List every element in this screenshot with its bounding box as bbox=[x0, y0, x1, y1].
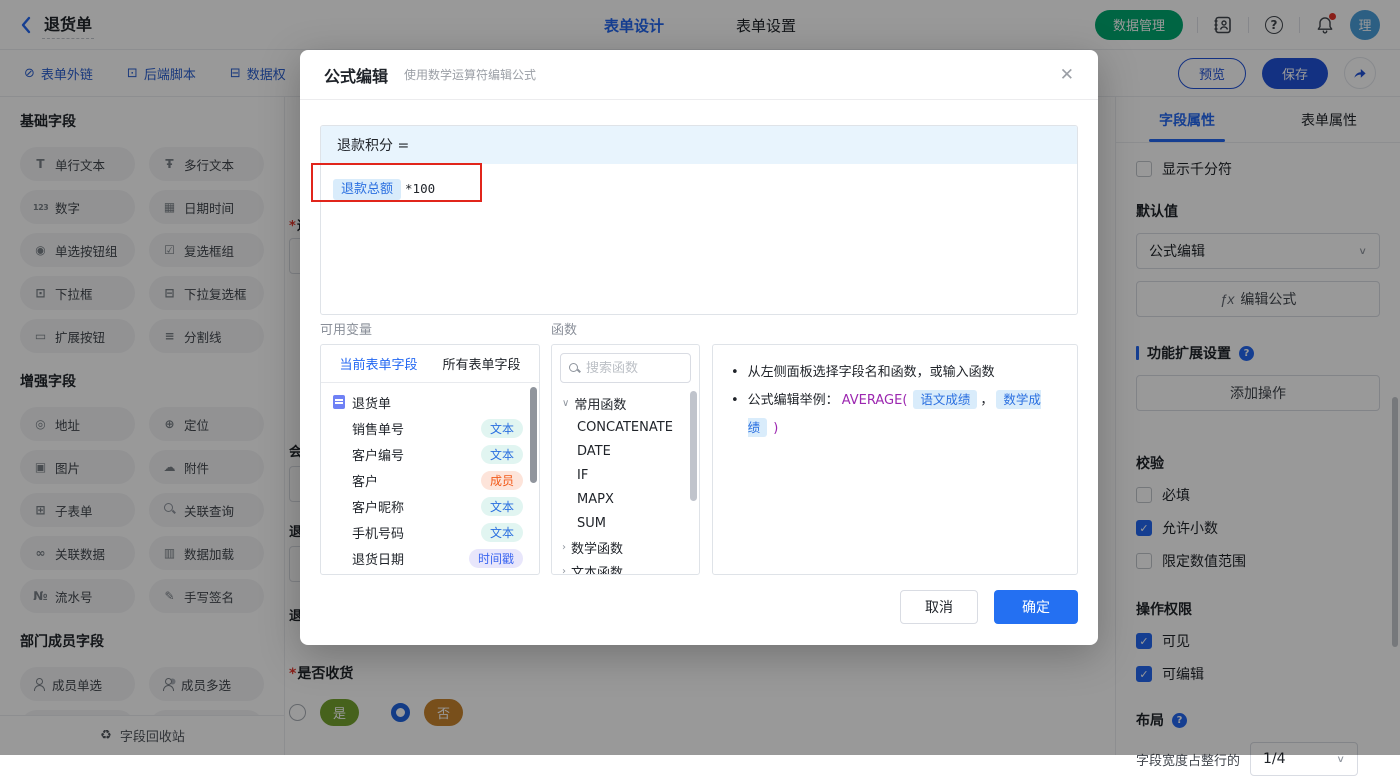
search-input[interactable] bbox=[586, 361, 676, 376]
help-line-1: • 从左侧面板选择字段名和函数，或输入函数 bbox=[731, 359, 1059, 386]
tab-all-form-fields[interactable]: 所有表单字段 bbox=[442, 354, 520, 373]
close-icon[interactable]: ✕ bbox=[1060, 65, 1074, 85]
function-group-text[interactable]: ›文本函数 bbox=[552, 559, 699, 575]
function-item[interactable]: CONCATENATE bbox=[552, 415, 699, 439]
search-icon bbox=[569, 363, 580, 374]
functions-label: 函数 bbox=[551, 319, 577, 338]
type-badge: 文本 bbox=[481, 419, 523, 438]
tab-current-form-fields[interactable]: 当前表单字段 bbox=[339, 354, 417, 373]
help-line-2: • 公式编辑举例：AVERAGE(语文成绩，数学成绩) bbox=[731, 386, 1059, 442]
type-badge: 时间戳 bbox=[469, 549, 523, 568]
variable-row[interactable]: 客户编号文本 bbox=[321, 441, 539, 467]
variable-row[interactable]: 客户成员 bbox=[321, 467, 539, 493]
form-icon bbox=[333, 395, 345, 409]
variable-row[interactable]: 手机号码文本 bbox=[321, 519, 539, 545]
example-chip: 语文成绩 bbox=[913, 390, 977, 409]
function-group-math[interactable]: ›数学函数 bbox=[552, 535, 699, 559]
type-badge: 文本 bbox=[481, 523, 523, 542]
scrollbar-thumb[interactable] bbox=[530, 387, 537, 483]
variables-label: 可用变量 bbox=[320, 319, 372, 338]
variable-row[interactable]: 销售单号文本 bbox=[321, 415, 539, 441]
caret-right-icon: › bbox=[562, 566, 566, 576]
formula-edit-dialog: 公式编辑 使用数学运算符编辑公式 ✕ 退款积分 = 退款总额*100 可用变量 … bbox=[300, 50, 1098, 645]
variable-row[interactable]: 客户昵称文本 bbox=[321, 493, 539, 519]
type-badge: 文本 bbox=[481, 445, 523, 464]
function-item[interactable]: DATE bbox=[552, 439, 699, 463]
variable-row[interactable]: 退货日期时间戳 bbox=[321, 545, 539, 571]
caret-right-icon: › bbox=[562, 542, 566, 553]
caret-down-icon: ∨ bbox=[562, 398, 569, 409]
app-root: 退货单 表单设计 表单设置 数据管理 ? 理 ⊘表单外链 ⊡后端脚本 ⊟ bbox=[0, 0, 1400, 755]
function-item[interactable]: SUM bbox=[552, 511, 699, 535]
function-name: AVERAGE( bbox=[842, 393, 908, 408]
tree-root[interactable]: 退货单 bbox=[321, 389, 539, 415]
type-badge: 文本 bbox=[481, 497, 523, 516]
function-group-common[interactable]: ∨常用函数 bbox=[552, 391, 699, 415]
annotation-box bbox=[311, 163, 482, 202]
cancel-button[interactable]: 取消 bbox=[900, 590, 978, 624]
functions-panel: ∨常用函数 CONCATENATE DATE IF MAPX SUM ›数学函数… bbox=[551, 344, 700, 575]
dialog-subtitle: 使用数学运算符编辑公式 bbox=[404, 66, 536, 83]
formula-editor[interactable]: 退款积分 = 退款总额*100 bbox=[320, 125, 1078, 315]
scrollbar-thumb[interactable] bbox=[690, 391, 697, 501]
bullet: • bbox=[731, 387, 739, 414]
help-panel: • 从左侧面板选择字段名和函数，或输入函数 • 公式编辑举例：AVERAGE(语… bbox=[712, 344, 1078, 575]
confirm-button[interactable]: 确定 bbox=[994, 590, 1078, 624]
function-item[interactable]: MAPX bbox=[552, 487, 699, 511]
bullet: • bbox=[731, 359, 739, 386]
chevron-down-icon: ∨ bbox=[1336, 753, 1345, 764]
dialog-title: 公式编辑 bbox=[324, 63, 388, 87]
type-badge: 成员 bbox=[481, 471, 523, 490]
formula-target: 退款积分 = bbox=[321, 126, 1077, 164]
function-item[interactable]: IF bbox=[552, 463, 699, 487]
function-search[interactable] bbox=[560, 353, 691, 383]
variables-panel: 当前表单字段 所有表单字段 退货单 销售单号文本 客户编号文本 客户成员 客户昵… bbox=[320, 344, 540, 575]
